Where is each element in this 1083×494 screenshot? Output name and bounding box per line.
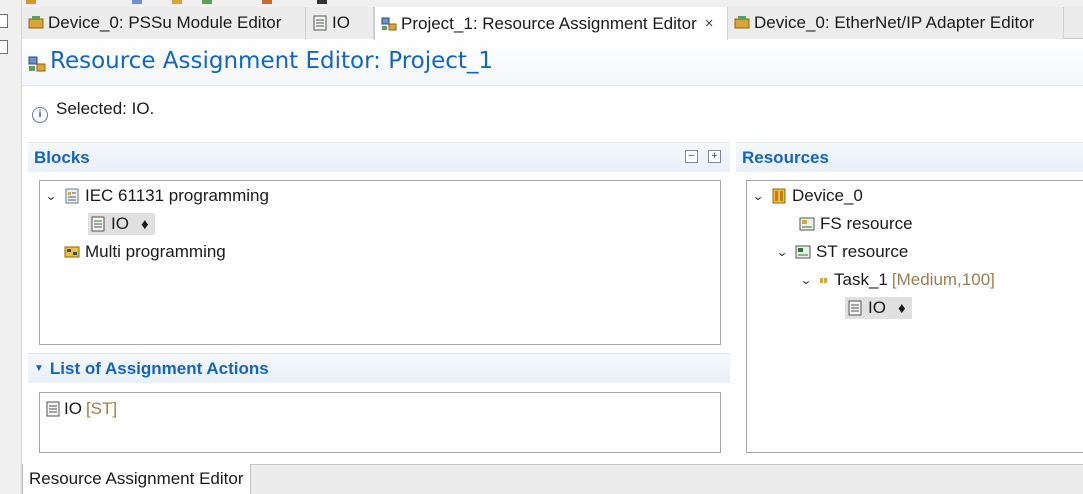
device-icon <box>771 188 787 204</box>
expand-all-button[interactable]: + <box>708 150 721 163</box>
toolbar-icon[interactable] <box>317 0 327 4</box>
st-resource-icon <box>795 244 811 260</box>
selection-info-text: Selected: IO. <box>56 99 155 118</box>
task-detail: [Medium,100] <box>891 270 995 289</box>
tree-item[interactable]: ⌄ Task_1 [Medium,100] <box>799 267 995 293</box>
collapse-all-button[interactable]: − <box>685 150 698 163</box>
list-item-tag: [ST] <box>85 399 118 418</box>
tree-item[interactable]: ⌄ ST resource <box>775 239 908 265</box>
tab-resource-assignment-editor[interactable]: Project_1: Resource Assignment Editor × <box>374 7 728 40</box>
tab-ethernet-ip-adapter-editor[interactable]: Device_0: EtherNet/IP Adapter Editor <box>728 7 1064 39</box>
tree-item-label: ST resource <box>816 242 909 261</box>
selection-highlight: IO ♦ <box>88 213 155 235</box>
tab-resource-assignment-editor-bottom[interactable]: Resource Assignment Editor <box>22 464 251 494</box>
toolbar-icon[interactable] <box>132 0 142 4</box>
tree-item[interactable]: FS resource <box>799 211 913 237</box>
chevron-down-icon[interactable]: ▼ <box>34 363 44 374</box>
tree-item-label: FS resource <box>820 214 913 233</box>
toolbar-icon[interactable] <box>202 0 212 4</box>
adapter-editor-icon <box>734 15 750 31</box>
assigned-marker: ♦ <box>140 215 149 233</box>
page-title: Resource Assignment Editor: Project_1 <box>50 48 494 74</box>
close-icon[interactable]: × <box>705 15 714 32</box>
list-item-label: IO <box>64 399 82 418</box>
resource-assignment-icon <box>28 55 46 73</box>
chevron-down-icon[interactable]: ⌄ <box>43 189 60 203</box>
gutter-marker <box>0 40 8 54</box>
tab-label: Device_0: EtherNet/IP Adapter Editor <box>754 13 1035 32</box>
document-icon <box>90 216 106 232</box>
toolbar-strip <box>22 0 1083 7</box>
toolbar-icon[interactable] <box>26 0 36 4</box>
editor-tab-bar: Device_0: PSSu Module Editor IO Project_… <box>22 7 1083 40</box>
assignment-actions-list[interactable]: IO [ST] <box>39 392 721 453</box>
tree-item[interactable]: ⌄ IEC 61131 programming <box>44 183 269 209</box>
tab-label: Device_0: PSSu Module Editor <box>48 13 282 32</box>
resources-section-header[interactable]: Resources <box>736 142 1083 172</box>
chevron-down-icon[interactable]: ⌄ <box>798 273 815 287</box>
bottom-tab-bar: Resource Assignment Editor <box>22 464 1083 494</box>
task-icon <box>819 272 829 288</box>
resource-assignment-editor: Resource Assignment Editor: Project_1 i … <box>22 40 1083 464</box>
info-icon: i <box>32 107 48 123</box>
left-gutter <box>0 0 22 494</box>
tab-pssu-module-editor[interactable]: Device_0: PSSu Module Editor <box>22 7 306 39</box>
chevron-down-icon[interactable]: ⌄ <box>750 189 767 203</box>
chevron-down-icon[interactable]: ⌄ <box>774 245 791 259</box>
tree-item-label: IEC 61131 programming <box>85 186 269 205</box>
module-editor-icon <box>28 15 44 31</box>
multi-program-icon <box>64 244 80 260</box>
tree-item-selected[interactable]: IO ♦ <box>845 295 912 321</box>
toolbar-icon[interactable] <box>262 0 272 4</box>
document-icon <box>847 300 863 316</box>
assigned-marker: ♦ <box>897 299 906 317</box>
blocks-heading: Blocks <box>34 147 90 167</box>
editor-header: Resource Assignment Editor: Project_1 <box>22 40 1083 86</box>
toolbar-icon[interactable] <box>172 0 182 4</box>
fs-resource-icon <box>799 216 815 232</box>
tree-item[interactable]: ⌄ Device_0 <box>751 183 863 209</box>
blocks-section-header[interactable]: Blocks <box>28 142 730 172</box>
program-folder-icon <box>64 188 80 204</box>
tree-item-label: IO <box>868 298 886 317</box>
actions-heading: List of Assignment Actions <box>49 358 269 378</box>
blocks-tree[interactable]: ⌄ IEC 61131 programming IO ♦ Multi progr… <box>39 180 721 345</box>
actions-section-header[interactable]: ▼ List of Assignment Actions <box>28 353 730 383</box>
list-item[interactable]: IO [ST] <box>45 396 117 422</box>
tree-item-label: Task_1 <box>834 270 888 289</box>
document-icon <box>312 15 328 31</box>
tree-item-label: Multi programming <box>85 242 226 261</box>
tab-label: Project_1: Resource Assignment Editor <box>401 13 697 33</box>
resources-heading: Resources <box>742 147 829 167</box>
tab-label: IO <box>332 13 350 32</box>
tree-item-selected[interactable]: IO ♦ <box>88 211 155 237</box>
selection-highlight: IO ♦ <box>845 297 912 319</box>
selection-info: i Selected: IO. <box>32 95 154 123</box>
document-icon <box>45 401 61 417</box>
tab-io[interactable]: IO <box>306 7 374 39</box>
gutter-marker <box>0 14 8 28</box>
tree-item[interactable]: Multi programming <box>64 239 226 265</box>
resources-tree[interactable]: ⌄ Device_0 FS resource ⌄ ST resource ⌄ T… <box>746 180 1083 453</box>
resource-assignment-icon <box>381 16 397 32</box>
tree-item-label: Device_0 <box>792 186 863 205</box>
tree-item-label: IO <box>111 214 129 233</box>
